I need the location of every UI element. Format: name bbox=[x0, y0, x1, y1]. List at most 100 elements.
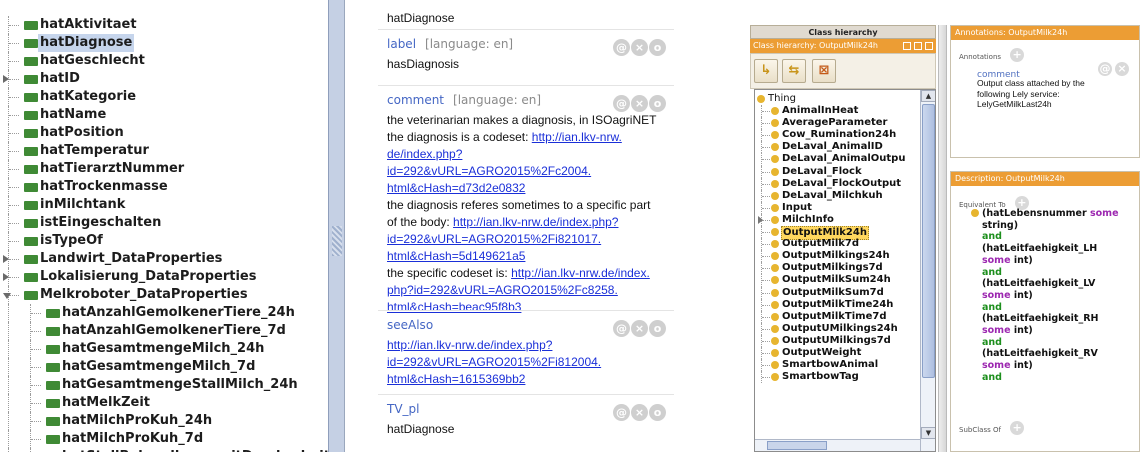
tree-node[interactable]: hatMelkZeit bbox=[0, 394, 328, 412]
tree-node[interactable]: hatID bbox=[0, 70, 328, 88]
tree-node[interactable]: hatPosition bbox=[0, 124, 328, 142]
annotation-delete-icon[interactable]: × bbox=[1115, 62, 1129, 76]
class-tree-vscrollbar[interactable]: ▲ ▼ bbox=[920, 90, 935, 451]
annotation-link[interactable]: id=292&vURL=AGRO2015%2Fi821017. bbox=[387, 232, 601, 246]
class-node[interactable]: Cow_Rumination24h bbox=[755, 129, 935, 142]
equivalent-expression[interactable]: (hatLebensnummer some string) and (hatLeitf… bbox=[951, 208, 1139, 384]
class-node[interactable]: OutputMilkTime7d bbox=[755, 310, 935, 323]
class-node[interactable]: OutputWeight bbox=[755, 346, 935, 360]
annotation-edit-icon[interactable]: o bbox=[649, 39, 666, 56]
class-node[interactable]: DeLaval_AnimalID bbox=[755, 141, 935, 154]
tree-node[interactable]: hatTierarztNummer bbox=[0, 160, 328, 178]
class-node[interactable]: DeLaval_FlockOutput bbox=[755, 177, 935, 190]
annotation-link[interactable]: id=292&vURL=AGRO2015%2Fi812004. bbox=[387, 355, 601, 369]
class-node[interactable]: AverageParameter bbox=[755, 117, 935, 130]
annotation-link[interactable]: html&cHash=5d149621a5 bbox=[387, 249, 525, 263]
hscroll-thumb[interactable] bbox=[767, 441, 827, 450]
tree-node[interactable]: hatTemperatur bbox=[0, 142, 328, 160]
annotation-link[interactable]: http://ian.lkv-nrw.de/index.php? bbox=[387, 338, 552, 352]
expand-toggle-icon[interactable] bbox=[3, 75, 9, 83]
class-node[interactable]: DeLaval_Flock bbox=[755, 165, 935, 178]
tree-node[interactable]: hatTrockenmasse bbox=[0, 178, 328, 196]
class-node[interactable]: MilchInfo bbox=[755, 213, 935, 227]
annotation-delete-icon[interactable]: × bbox=[631, 95, 648, 112]
class-node[interactable]: SmartbowTag bbox=[755, 371, 935, 384]
expand-toggle-icon[interactable] bbox=[3, 293, 11, 299]
tree-node[interactable]: hatKategorie bbox=[0, 88, 328, 106]
class-node[interactable]: OutputMilkSum24h bbox=[755, 274, 935, 287]
annotation-delete-icon[interactable]: × bbox=[631, 39, 648, 56]
tree-node[interactable]: hatMilchProKuh_24h bbox=[0, 412, 328, 430]
scroll-down-icon[interactable]: ▼ bbox=[921, 427, 935, 439]
annotation-at-icon[interactable]: @ bbox=[613, 404, 630, 421]
tree-node[interactable]: hatGeschlecht bbox=[0, 52, 328, 70]
tree-node[interactable]: hatMilchProKuh_7d bbox=[0, 430, 328, 448]
class-node[interactable]: OutputMilkings24h bbox=[755, 250, 935, 263]
class-node[interactable]: OutputMilkTime24h bbox=[755, 298, 935, 311]
class-node[interactable]: SmartbowAnimal bbox=[755, 359, 935, 372]
float-view-icon[interactable] bbox=[903, 42, 911, 50]
scroll-up-icon[interactable]: ▲ bbox=[921, 90, 935, 102]
add-annotation-icon[interactable]: + bbox=[1010, 47, 1025, 62]
tree-node[interactable]: isTypeOf bbox=[0, 232, 328, 250]
pane-splitter[interactable] bbox=[938, 25, 947, 452]
tree-node[interactable]: hatAnzahlGemolkenerTiere_7d bbox=[0, 322, 328, 340]
annotation-property[interactable]: TV_pl bbox=[387, 402, 420, 416]
annotation-delete-icon[interactable]: × bbox=[631, 404, 648, 421]
class-node[interactable]: Thing bbox=[755, 93, 935, 105]
annotation-edit-icon[interactable]: o bbox=[649, 404, 666, 421]
annotation-at-icon[interactable]: @ bbox=[613, 39, 630, 56]
class-node[interactable]: OutputUMilkings24h bbox=[755, 322, 935, 335]
add-subclass-icon[interactable]: ↳ bbox=[754, 59, 778, 83]
annotation-link[interactable]: de/index.php?id=292&vURL=AGRO2015%2Fc200… bbox=[387, 147, 591, 178]
class-node[interactable]: OutputMilkSum7d bbox=[755, 286, 935, 299]
class-node[interactable]: Input bbox=[755, 201, 935, 214]
tree-node[interactable]: istEingeschalten bbox=[0, 214, 328, 232]
scroll-thumb[interactable] bbox=[922, 104, 935, 378]
annotation-edit-icon[interactable]: o bbox=[649, 95, 666, 112]
annotation-delete-icon[interactable]: × bbox=[631, 320, 648, 337]
expand-toggle-icon[interactable] bbox=[3, 255, 9, 263]
add-sibling-icon[interactable]: ⇆ bbox=[782, 59, 806, 83]
tree-node[interactable]: hatGesamtmengeMilch_7d bbox=[0, 358, 328, 376]
tree-node[interactable]: hatAktivitaet bbox=[0, 16, 328, 34]
class-node[interactable]: OutputMilkings7d bbox=[755, 262, 935, 275]
expand-toggle-icon[interactable] bbox=[3, 273, 9, 281]
tree-node[interactable]: hatStallBehandlungszeitDurchschnitt bbox=[0, 448, 336, 452]
class-tree-hscrollbar[interactable] bbox=[755, 439, 920, 451]
maximize-view-icon[interactable] bbox=[914, 42, 922, 50]
annotation-property[interactable]: seeAlso bbox=[387, 318, 433, 332]
tree-node[interactable]: Melkroboter_DataProperties bbox=[0, 286, 328, 304]
annotation-link[interactable]: html&cHash=d73d2e0832 bbox=[387, 181, 525, 195]
add-superclass-icon[interactable]: + bbox=[1010, 420, 1025, 435]
tree-node[interactable]: hatDiagnose bbox=[0, 34, 328, 52]
delete-class-icon[interactable]: ⊠ bbox=[812, 59, 836, 83]
class-node[interactable]: AnimalInHeat bbox=[755, 105, 935, 118]
annotation-property[interactable]: comment bbox=[387, 93, 444, 107]
annotation-link[interactable]: http://ian.lkv-nrw.de/index.php? bbox=[453, 215, 618, 229]
tree-node[interactable]: hatGesamtmengeStallMilch_24h bbox=[0, 376, 328, 394]
close-view-icon[interactable] bbox=[925, 42, 933, 50]
annotation-link[interactable]: http://ian.lkv-nrw.de/index. bbox=[511, 266, 650, 280]
class-node[interactable]: OutputUMilkings7d bbox=[755, 334, 935, 347]
data-property-tree[interactable]: hatAktivitaet hatDiagnose hatGeschlecht hat… bbox=[0, 0, 345, 452]
annotation-at-icon[interactable]: @ bbox=[613, 320, 630, 337]
tree-node[interactable]: Lokalisierung_DataProperties bbox=[0, 268, 328, 286]
annotation-link[interactable]: html&cHash=1615369bb2 bbox=[387, 372, 525, 386]
class-node[interactable]: DeLaval_AnimalOutpu bbox=[755, 153, 935, 166]
tree-node[interactable]: inMilchtank bbox=[0, 196, 328, 214]
tree-node[interactable]: hatName bbox=[0, 106, 328, 124]
class-node[interactable]: OutputMilk7d bbox=[755, 238, 935, 251]
tree-node[interactable]: hatGesamtmengeMilch_24h bbox=[0, 340, 328, 358]
tree-node[interactable]: Landwirt_DataProperties bbox=[0, 250, 328, 268]
expand-toggle-icon[interactable] bbox=[758, 215, 763, 224]
annotation-at-icon[interactable]: @ bbox=[613, 95, 630, 112]
class-node[interactable]: OutputMilk24h bbox=[755, 226, 935, 241]
class-tree[interactable]: Thing AnimalInHeat AverageParameter Cow_Rum… bbox=[754, 89, 936, 452]
annotation-edit-icon[interactable]: o bbox=[649, 320, 666, 337]
annotation-link[interactable]: http://ian.lkv-nrw. bbox=[532, 130, 622, 144]
annotation-at-icon[interactable]: @ bbox=[1098, 62, 1112, 76]
annotation-link[interactable]: php?id=292&vURL=AGRO2015%2Fc8258. bbox=[387, 283, 618, 297]
tree-node[interactable]: hatAnzahlGemolkenerTiere_24h bbox=[0, 304, 328, 322]
tree-splitter[interactable] bbox=[328, 0, 344, 452]
